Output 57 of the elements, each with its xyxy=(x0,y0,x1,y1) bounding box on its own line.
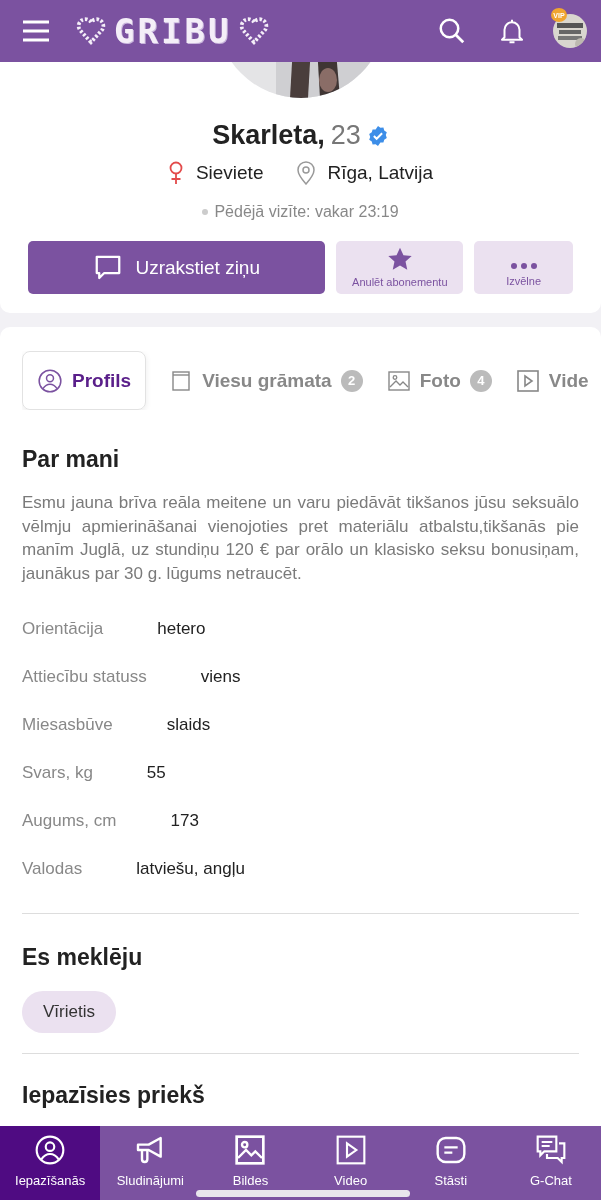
nav-item[interactable]: Sludinājumi xyxy=(100,1126,201,1200)
detail-label: Augums, cm xyxy=(22,811,117,831)
tab[interactable]: Viesu grāmata 2 xyxy=(168,351,364,410)
play-icon xyxy=(334,1134,367,1166)
nav-item[interactable]: Bildes xyxy=(200,1126,301,1200)
search-icon xyxy=(437,16,467,46)
about-text: Esmu jauna brīva reāla meitene un varu piedāvāt tikšanos jūsu seksuālo vēlmju apmierināšanai vienojoties pret materiālu atbalstu,tikšanās pie manīm Juglā, uz stundiņu 120 € par orālo un klasisko seksu bonusiņam, jaunākus par 30 g. lūgums netraucēt. xyxy=(22,492,579,585)
chat-icon xyxy=(534,1134,567,1166)
message-icon xyxy=(434,1134,467,1166)
section-heading: Par mani xyxy=(22,446,121,473)
image-icon xyxy=(386,368,411,393)
menu-icon xyxy=(22,19,50,43)
image-icon xyxy=(234,1134,267,1166)
last-visit-text: Pēdējā vizīte: vakar 23:19 xyxy=(214,203,399,221)
menu-button[interactable] xyxy=(22,19,50,43)
count-badge: 4 xyxy=(469,369,492,392)
star-icon xyxy=(386,246,413,272)
detail-value: hetero xyxy=(157,619,206,639)
location-text: Rīga, Latvija xyxy=(327,162,434,184)
tag: Vīrietis xyxy=(22,991,116,1033)
person-icon xyxy=(34,1134,67,1166)
profile-age: 23 xyxy=(330,120,361,151)
write-message-button[interactable]: Uzrakstiet ziņu xyxy=(28,241,326,294)
nav-item[interactable]: Stāsti xyxy=(400,1126,501,1200)
tab[interactable]: Vide xyxy=(514,351,590,410)
play-icon xyxy=(515,368,540,393)
location-pin-icon xyxy=(297,161,316,185)
count-badge: 2 xyxy=(340,369,363,392)
detail-label: Miesasbūve xyxy=(22,715,113,735)
menu-button[interactable]: Izvēlne xyxy=(474,241,573,294)
nav-item[interactable]: G-Chat xyxy=(500,1126,601,1200)
search-button[interactable] xyxy=(437,16,467,46)
detail-label: Valodas xyxy=(22,859,83,879)
logo-text: GRIBU xyxy=(114,11,232,51)
unsubscribe-button[interactable]: Anulēt abonementu xyxy=(336,241,464,294)
nav-item[interactable]: Iepazīšanās xyxy=(0,1126,101,1200)
detail-value: latviešu, angļu xyxy=(136,859,245,879)
nav-item[interactable]: Video xyxy=(300,1126,401,1200)
detail-value: 55 xyxy=(146,763,166,783)
detail-label: Attiecību statuss xyxy=(22,667,147,687)
heart-icon xyxy=(76,16,106,46)
detail-label: Svars, kg xyxy=(22,763,93,783)
gender-text: Sieviete xyxy=(195,162,264,184)
person-icon xyxy=(37,367,63,394)
section-heading: Es meklēju xyxy=(22,944,144,971)
status-dot xyxy=(202,209,209,215)
detail-value: 173 xyxy=(170,811,199,831)
female-symbol-icon xyxy=(167,161,184,185)
detail-value: viens xyxy=(200,667,241,687)
detail-label: Orientācija xyxy=(22,619,104,639)
more-icon xyxy=(508,261,539,271)
tab[interactable]: Profils xyxy=(22,351,147,410)
profile-name: Skarleta, xyxy=(212,120,325,151)
section-heading: Iepazīsies priekš xyxy=(22,1082,206,1109)
heart-icon xyxy=(239,16,270,46)
tab[interactable]: Foto 4 xyxy=(385,351,493,410)
detail-value: slaids xyxy=(166,715,211,735)
